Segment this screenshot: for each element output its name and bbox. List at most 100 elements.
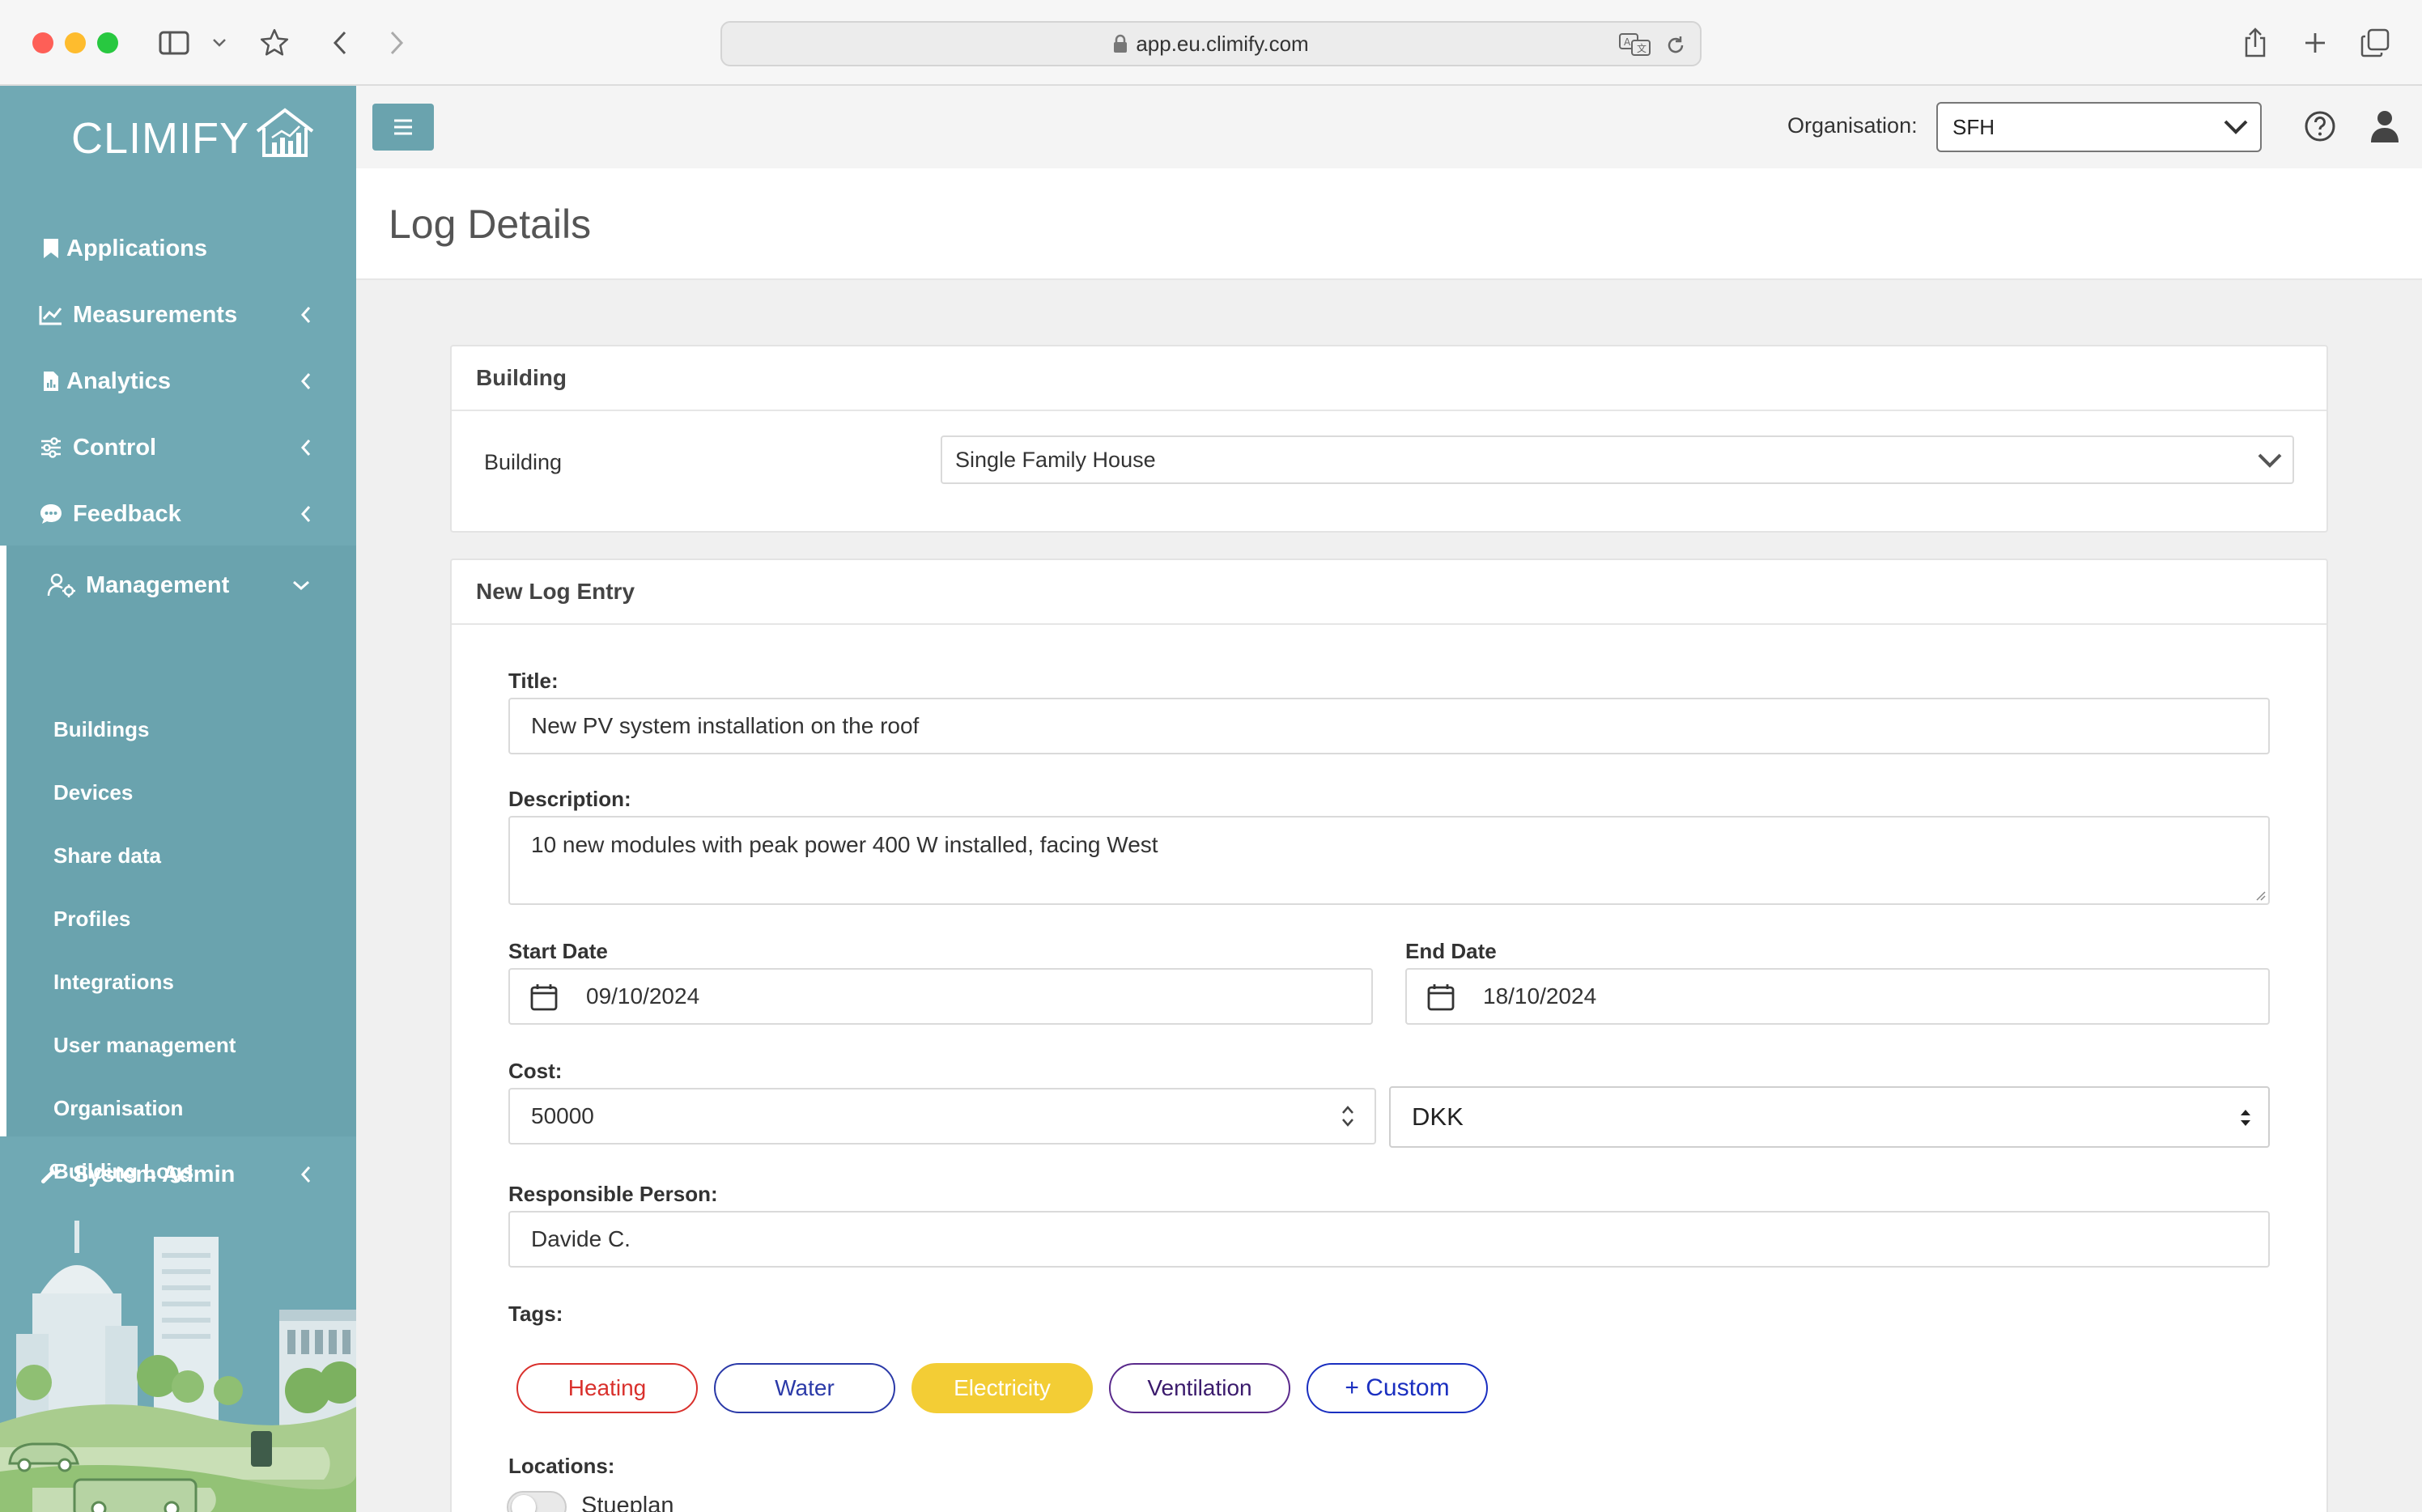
sliders-icon xyxy=(39,435,63,460)
cost-input[interactable]: 50000 xyxy=(508,1088,1376,1145)
tab-overview-icon[interactable] xyxy=(2357,24,2393,62)
start-date-input[interactable]: 09/10/2024 xyxy=(508,968,1373,1025)
lock-icon xyxy=(1114,34,1128,53)
description-textarea[interactable]: 10 new modules with peak power 400 W ins… xyxy=(508,816,2270,905)
translate-icon[interactable]: A文 xyxy=(1619,32,1651,61)
building-card-header: Building xyxy=(452,346,2326,411)
minimize-window-button[interactable] xyxy=(65,32,86,53)
nav-sub-integrations[interactable]: Integrations xyxy=(53,970,174,995)
nav-sub-share-data[interactable]: Share data xyxy=(53,843,161,869)
nav-sub-buildings[interactable]: Buildings xyxy=(53,717,149,742)
bookmark-icon xyxy=(39,236,63,261)
tag-custom-button[interactable]: + Custom xyxy=(1307,1363,1488,1413)
page-header: Log Details xyxy=(356,168,2422,280)
nav-system-admin[interactable]: System Admin xyxy=(0,1146,356,1203)
line-chart-icon xyxy=(39,303,63,327)
building-field-label: Building xyxy=(484,450,563,474)
climify-logo[interactable]: CLIMIFY xyxy=(71,107,317,164)
user-icon[interactable] xyxy=(2369,108,2401,148)
locations-label: Locations: xyxy=(508,1454,615,1478)
start-date-label: Start Date xyxy=(508,939,608,963)
city-illustration xyxy=(0,1221,356,1512)
tag-label: Water xyxy=(775,1375,835,1400)
nav-label: Control xyxy=(73,434,157,461)
building-card: Building Building Single Family House xyxy=(450,345,2328,533)
star-icon[interactable] xyxy=(256,24,293,62)
sidebar-toggle-icon[interactable] xyxy=(155,24,193,62)
cost-label: Cost: xyxy=(508,1059,563,1083)
toggle-knob xyxy=(512,1495,536,1512)
location-label: Stueplan xyxy=(581,1493,674,1512)
share-icon[interactable] xyxy=(2237,24,2273,62)
chevron-down-icon xyxy=(2224,120,2248,134)
nav-label: Measurements xyxy=(73,301,238,328)
building-select[interactable]: Single Family House xyxy=(941,435,2294,484)
tag-electricity[interactable]: Electricity xyxy=(911,1363,1093,1413)
title-input[interactable]: New PV system installation on the roof xyxy=(508,698,2270,754)
hamburger-icon xyxy=(394,119,412,135)
chevron-left-icon xyxy=(296,1165,316,1184)
logo-text: CLIMIFY xyxy=(71,114,250,163)
zoom-window-button[interactable] xyxy=(97,32,118,53)
end-date-input[interactable]: 18/10/2024 xyxy=(1405,968,2270,1025)
title-input-value: New PV system installation on the roof xyxy=(531,713,920,738)
nav-feedback[interactable]: Feedback xyxy=(0,486,356,542)
end-date-value: 18/10/2024 xyxy=(1483,983,1597,1009)
responsible-input[interactable]: Davide C. xyxy=(508,1211,2270,1268)
number-stepper-icon[interactable] xyxy=(1341,1104,1355,1128)
speech-bubble-icon xyxy=(39,502,63,526)
nav-management[interactable]: Management xyxy=(0,557,356,614)
wrench-icon xyxy=(39,1162,63,1187)
organisation-select[interactable]: SFH xyxy=(1936,102,2262,152)
nav-sub-profiles[interactable]: Profiles xyxy=(53,907,130,932)
reload-icon[interactable] xyxy=(1664,34,1687,61)
nav-applications[interactable]: Applications xyxy=(0,220,356,277)
nav-sub-user-management[interactable]: User management xyxy=(53,1033,236,1058)
nav-label: Analytics xyxy=(66,367,171,394)
url-text: app.eu.climify.com xyxy=(1136,31,1309,56)
select-arrows-icon xyxy=(2241,1110,2250,1126)
svg-text:A: A xyxy=(1624,36,1631,48)
address-bar[interactable]: app.eu.climify.com A文 xyxy=(720,21,1702,66)
nav-analytics[interactable]: Analytics xyxy=(0,353,356,410)
nav-label: Feedback xyxy=(73,500,181,527)
page-title: Log Details xyxy=(389,202,592,247)
nav-measurements[interactable]: Measurements xyxy=(0,287,356,343)
chevron-left-icon xyxy=(296,305,316,325)
help-icon[interactable] xyxy=(2304,110,2336,147)
nav-label: Applications xyxy=(66,235,208,261)
building-select-value: Single Family House xyxy=(955,447,1156,472)
responsible-label: Responsible Person: xyxy=(508,1182,718,1206)
chevron-down-icon[interactable] xyxy=(207,24,232,62)
nav-sub-organisation[interactable]: Organisation xyxy=(53,1096,183,1121)
organisation-value: SFH xyxy=(1952,114,1995,139)
chevron-down-icon xyxy=(291,575,311,595)
tag-water[interactable]: Water xyxy=(714,1363,895,1413)
tag-ventilation[interactable]: Ventilation xyxy=(1109,1363,1290,1413)
house-chart-icon xyxy=(256,108,314,157)
chevron-left-icon xyxy=(296,504,316,524)
management-section: Management Buildings Devices Share data … xyxy=(0,546,356,1183)
user-gear-icon xyxy=(47,573,76,597)
nav-sub-devices[interactable]: Devices xyxy=(53,780,133,805)
calendar-icon xyxy=(530,984,558,1011)
tags-label: Tags: xyxy=(508,1302,563,1326)
tag-label: Electricity xyxy=(954,1375,1051,1400)
currency-select[interactable]: DKK xyxy=(1389,1086,2270,1148)
tag-heating[interactable]: Heating xyxy=(516,1363,698,1413)
end-date-label: End Date xyxy=(1405,939,1497,963)
resize-handle-icon[interactable] xyxy=(2254,890,2266,901)
nav-control[interactable]: Control xyxy=(0,419,356,476)
cost-value: 50000 xyxy=(531,1103,594,1128)
responsible-value: Davide C. xyxy=(531,1226,631,1251)
new-tab-icon[interactable] xyxy=(2297,24,2333,62)
sidebar: CLIMIFY Applications Measurements Analyt xyxy=(0,86,356,1512)
organisation-label: Organisation: xyxy=(1787,113,1918,138)
back-arrow-icon[interactable] xyxy=(324,24,356,62)
location-toggle[interactable] xyxy=(507,1491,567,1512)
svg-text:文: 文 xyxy=(1637,42,1647,54)
calendar-icon xyxy=(1427,984,1455,1011)
forward-arrow-icon[interactable] xyxy=(380,24,413,62)
menu-toggle-button[interactable] xyxy=(372,104,434,151)
close-window-button[interactable] xyxy=(32,32,53,53)
